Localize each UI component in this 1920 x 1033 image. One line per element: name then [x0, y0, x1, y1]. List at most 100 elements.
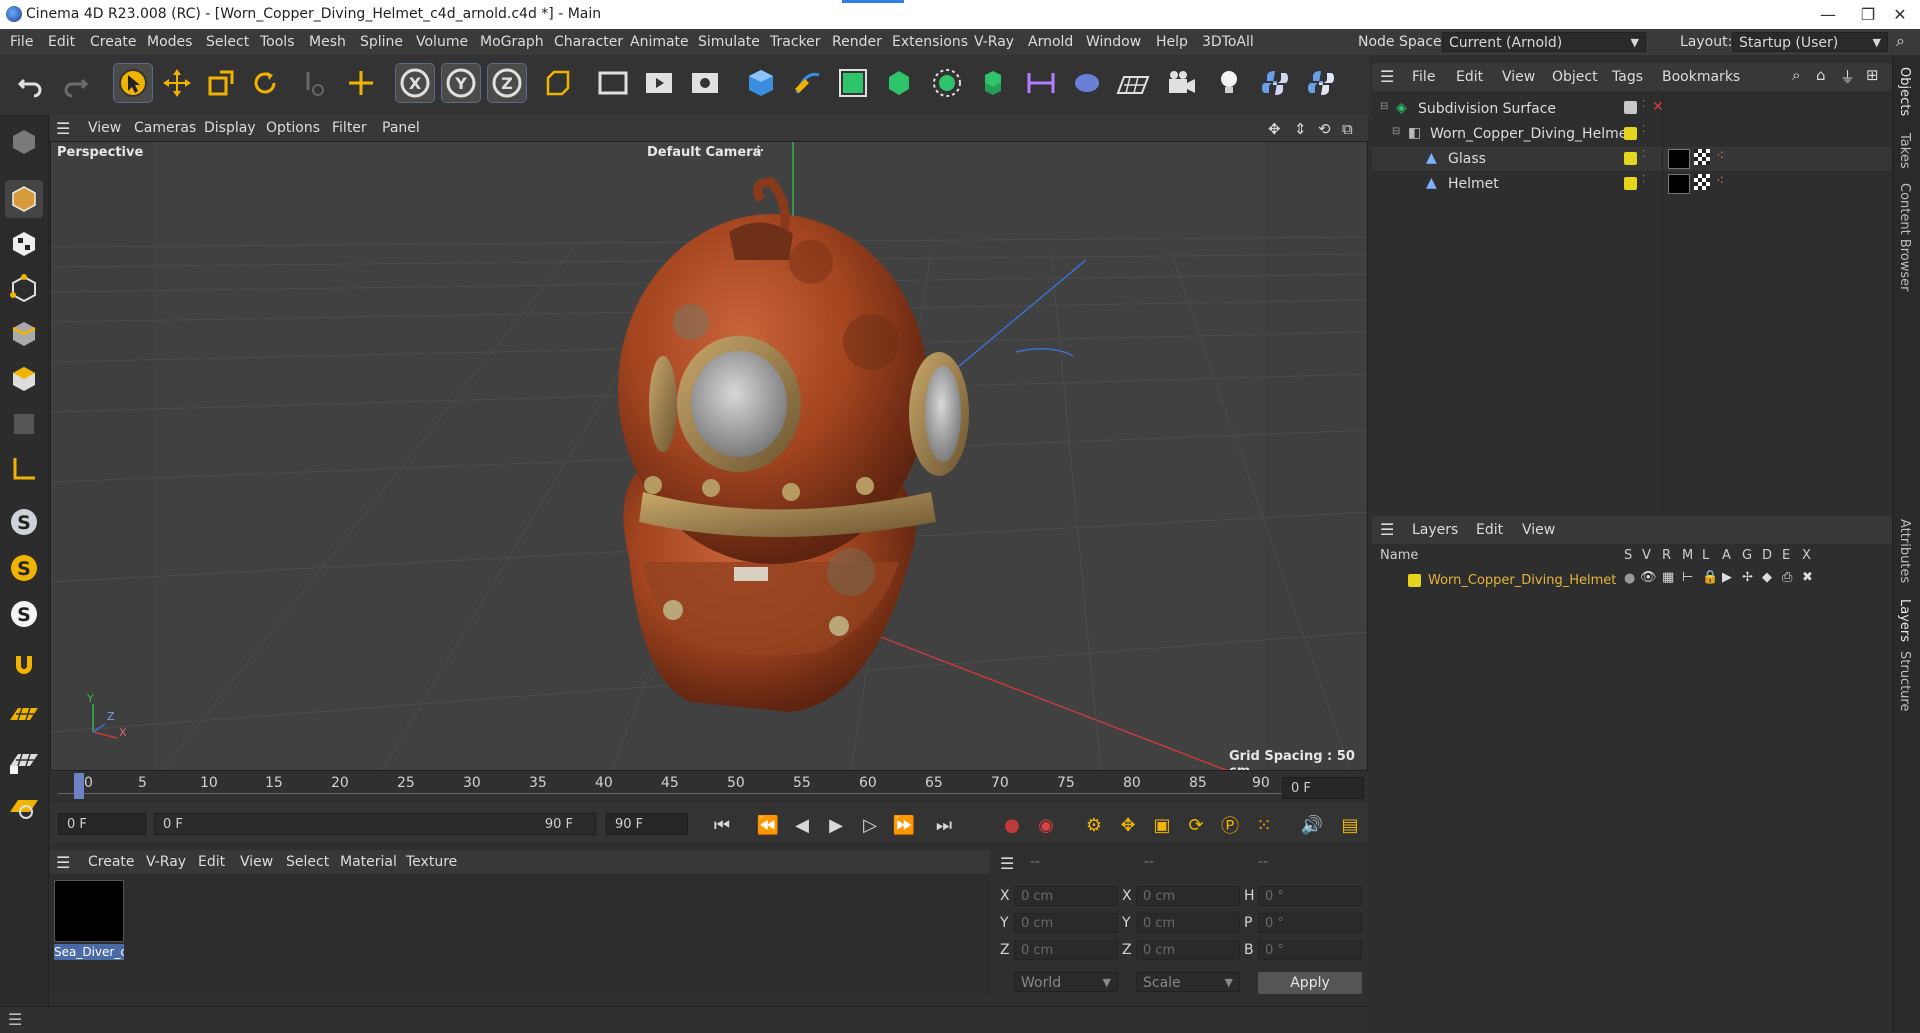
key-parameter-icon[interactable]: Ⓟ: [1216, 811, 1244, 839]
texture-tag-icon[interactable]: ⁖: [1716, 148, 1724, 164]
scale-icon[interactable]: [202, 64, 240, 102]
layers-menu-view[interactable]: View: [1522, 522, 1555, 538]
hamburger-icon[interactable]: ☰: [56, 119, 70, 138]
light-icon[interactable]: [1210, 64, 1248, 102]
edit-tag-icon[interactable]: [1624, 101, 1637, 114]
deformer-layer-icon[interactable]: ◆: [1762, 570, 1772, 585]
field-icon[interactable]: [1068, 64, 1106, 102]
scale-select[interactable]: Scale ▼: [1136, 972, 1240, 992]
layout-select[interactable]: Startup (User) ▼: [1732, 32, 1888, 52]
menu-arnold[interactable]: Arnold: [1028, 34, 1073, 50]
material-menu-view[interactable]: View: [240, 854, 273, 870]
tree-item-helmet-group[interactable]: ⊟ ◧ Worn_Copper_Diving_Helmet ⁚: [1372, 122, 1892, 146]
object-menu-file[interactable]: File: [1412, 69, 1435, 85]
viewport-menu-view[interactable]: View: [88, 120, 121, 136]
tree-item-subdivision-surface[interactable]: ⊟ ◈ Subdivision Surface ⁚ ✕: [1372, 97, 1892, 121]
menu-animate[interactable]: Animate: [630, 34, 689, 50]
render-region-icon[interactable]: [594, 64, 632, 102]
menu-vray[interactable]: V-Ray: [974, 34, 1014, 50]
menu-extensions[interactable]: Extensions: [892, 34, 968, 50]
pan-icon[interactable]: ✥: [1268, 120, 1281, 138]
live-select-icon[interactable]: [294, 64, 332, 102]
hamburger-icon[interactable]: ☰: [1380, 520, 1394, 539]
floor-icon[interactable]: [1114, 64, 1152, 102]
locked-workplane-icon[interactable]: [5, 741, 43, 779]
select-arrow-icon[interactable]: [113, 63, 153, 103]
xref-icon[interactable]: ✖: [1802, 570, 1813, 585]
key-scale-icon[interactable]: ▣: [1148, 811, 1176, 839]
material-tag-icon[interactable]: [1668, 174, 1690, 194]
deformer-icon[interactable]: [1022, 64, 1060, 102]
minimize-icon[interactable]: —: [1808, 2, 1848, 28]
menu-tracker[interactable]: Tracker: [770, 34, 821, 50]
layer-color-icon[interactable]: [1624, 127, 1637, 140]
node-space-select[interactable]: Current (Arnold) ▼: [1442, 32, 1646, 52]
tree-item-glass[interactable]: ▲ Glass ⁚ ⁖: [1372, 147, 1892, 171]
axis-mode-icon[interactable]: [5, 450, 43, 488]
coordinate-system-icon[interactable]: [538, 64, 576, 102]
menu-3dtoall[interactable]: 3DToAll: [1202, 34, 1254, 50]
go-to-end-icon[interactable]: ⏭: [930, 811, 958, 839]
key-position-icon[interactable]: ✥: [1114, 811, 1142, 839]
menu-render[interactable]: Render: [832, 34, 882, 50]
viewport-menu-display[interactable]: Display: [204, 120, 256, 136]
uv-mode-icon[interactable]: [5, 405, 43, 443]
layers-menu-layers[interactable]: Layers: [1412, 522, 1458, 538]
object-menu-view[interactable]: View: [1502, 69, 1535, 85]
viewport-menu-filter[interactable]: Filter: [332, 120, 367, 136]
uvw-tag-icon[interactable]: [1694, 174, 1710, 190]
menu-volume[interactable]: Volume: [416, 34, 468, 50]
end-frame-field[interactable]: 90 F: [606, 813, 688, 835]
tree-item-helmet[interactable]: ▲ Helmet ⁚ ⁖: [1372, 172, 1892, 196]
filter-icon[interactable]: ⏚: [1840, 66, 1855, 87]
material-menu-edit[interactable]: Edit: [198, 854, 225, 870]
layer-color-icon[interactable]: [1624, 177, 1637, 190]
pos-x-field[interactable]: 0 cm: [1014, 886, 1118, 906]
search-icon[interactable]: ⌕: [1896, 31, 1905, 51]
viewport-3d[interactable]: Perspective Default Camera ⁘ Y Z X Grid …: [50, 141, 1368, 771]
add-axis-icon[interactable]: [342, 64, 380, 102]
next-frame-icon[interactable]: ▷: [856, 811, 884, 839]
hamburger-icon[interactable]: ☰: [56, 853, 70, 872]
world-select[interactable]: World ▼: [1014, 972, 1118, 992]
camera-icon[interactable]: [1162, 64, 1200, 102]
menu-simulate[interactable]: Simulate: [698, 34, 760, 50]
rotate-icon[interactable]: [246, 64, 284, 102]
magnet-icon[interactable]: [5, 647, 43, 685]
timeline-sound-icon[interactable]: 🔊: [1298, 811, 1326, 839]
tab-takes[interactable]: Takes: [1897, 133, 1912, 169]
animation-icon[interactable]: ▶: [1722, 570, 1732, 585]
play-icon[interactable]: ▶: [822, 811, 850, 839]
render-settings-icon[interactable]: [686, 64, 724, 102]
home-icon[interactable]: ⌂: [1816, 66, 1826, 84]
menu-mograph[interactable]: MoGraph: [480, 34, 544, 50]
viewport-menu-cameras[interactable]: Cameras: [134, 120, 196, 136]
material-menu-vray[interactable]: V-Ray: [146, 854, 186, 870]
size-x-field[interactable]: 0 cm: [1136, 886, 1240, 906]
previous-frame-icon[interactable]: ◀: [788, 811, 816, 839]
model-mode-icon[interactable]: [5, 123, 43, 161]
menu-modes[interactable]: Modes: [147, 34, 192, 50]
cloner-icon[interactable]: [928, 64, 966, 102]
y-axis-icon[interactable]: Y: [441, 63, 481, 103]
layer-color-icon[interactable]: [1408, 574, 1421, 587]
menu-select[interactable]: Select: [206, 34, 249, 50]
lock-icon[interactable]: 🔒: [1702, 570, 1718, 585]
orbit-icon[interactable]: ⟲: [1318, 120, 1331, 138]
mograph-icon[interactable]: [974, 64, 1012, 102]
viewport-menu-options[interactable]: Options: [266, 120, 320, 136]
object-mode-icon[interactable]: [5, 180, 43, 218]
snap-settings-icon[interactable]: S: [5, 549, 43, 587]
apply-button[interactable]: Apply: [1258, 972, 1362, 994]
undo-icon[interactable]: [12, 64, 50, 102]
size-z-field[interactable]: 0 cm: [1136, 940, 1240, 960]
solo-icon[interactable]: ●: [1624, 571, 1635, 586]
tab-structure[interactable]: Structure: [1897, 651, 1912, 711]
rot-p-field[interactable]: 0 °: [1258, 913, 1362, 933]
close-icon[interactable]: ✕: [1880, 2, 1920, 28]
snap-icon[interactable]: S: [5, 503, 43, 541]
film-icon[interactable]: ▤: [1336, 811, 1364, 839]
edges-mode-icon[interactable]: [5, 315, 43, 353]
texture-mode-icon[interactable]: [5, 225, 43, 263]
manager-icon[interactable]: ⊢: [1682, 570, 1693, 585]
